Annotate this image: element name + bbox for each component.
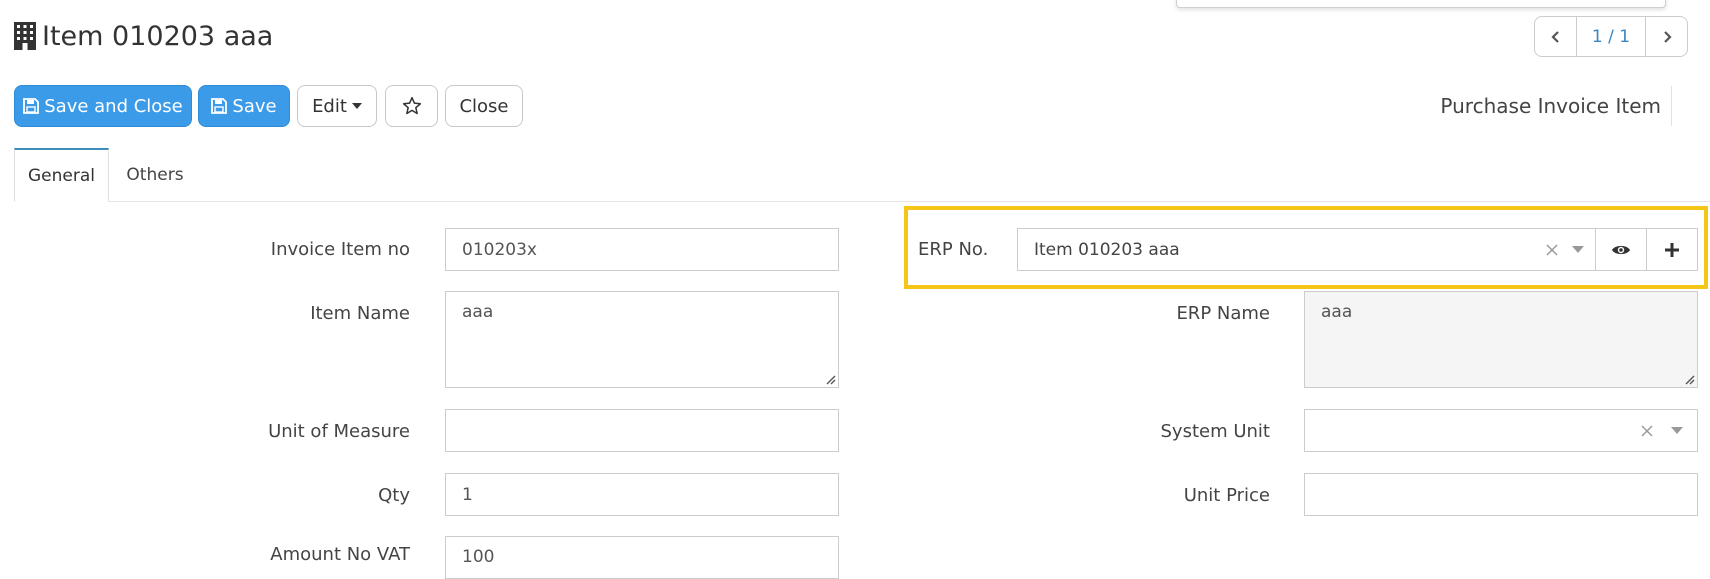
item-name-textarea[interactable]: aaa [445,291,839,388]
item-name-label: Item Name [310,302,410,324]
prev-record-button[interactable] [1535,17,1576,56]
add-erp-item-button[interactable] [1646,229,1697,270]
system-unit-select[interactable] [1304,409,1698,452]
floppy-disk-icon [211,98,228,114]
tab-general[interactable]: General [14,148,109,202]
resize-grip-icon[interactable] [824,373,836,385]
qty-field[interactable]: 1 [445,473,839,516]
unit-of-measure-field[interactable] [445,409,839,452]
save-and-close-button[interactable]: Save and Close [14,85,192,127]
dropdown-panel-edge [1176,0,1666,8]
eye-icon [1612,245,1630,254]
close-icon [1641,424,1653,437]
save-and-close-label: Save and Close [44,95,183,117]
record-pager: 1 / 1 [1534,16,1688,57]
item-name-value: aaa [462,302,494,322]
tab-others[interactable]: Others [110,148,200,202]
plus-icon [1665,242,1679,257]
clear-system-unit-button[interactable] [1641,410,1653,451]
favorite-button[interactable] [385,85,438,127]
erp-name-label: ERP Name [1176,302,1270,324]
page-title: Item 010203 aaa [14,16,273,56]
chevron-left-icon [1550,30,1559,43]
clear-erp-no-button[interactable] [1539,229,1565,270]
unit-of-measure-label: Unit of Measure [268,420,410,442]
star-icon [402,96,421,115]
view-erp-item-button[interactable] [1595,229,1646,270]
save-button[interactable]: Save [198,85,290,127]
amount-no-vat-label: Amount No VAT [270,543,410,565]
caret-down-icon [351,103,362,109]
erp-no-label: ERP No. [918,238,989,260]
floppy-disk-icon [23,98,40,114]
edit-label: Edit [312,95,347,117]
record-counter: 1 / 1 [1576,17,1646,56]
invoice-item-no-label: Invoice Item no [270,238,410,260]
invoice-item-no-field[interactable]: 010203x [445,228,839,271]
tabs-divider [14,201,1710,202]
edit-dropdown-button[interactable]: Edit [297,85,377,127]
erp-no-dropdown-toggle[interactable] [1565,229,1591,270]
close-label: Close [459,95,509,117]
page-title-text: Item 010203 aaa [42,20,274,52]
caret-down-icon [1572,246,1584,253]
erp-name-textarea: aaa [1304,291,1698,388]
save-label: Save [232,95,277,117]
form-type-label: Purchase Invoice Item [1440,86,1672,126]
qty-label: Qty [378,484,410,506]
close-button[interactable]: Close [445,85,523,127]
system-unit-dropdown-toggle[interactable] [1671,410,1683,451]
unit-price-field[interactable] [1304,473,1698,516]
erp-no-value: Item 010203 aaa [1034,239,1180,260]
chevron-right-icon [1663,30,1672,43]
unit-price-label: Unit Price [1183,484,1270,506]
system-unit-label: System Unit [1160,420,1271,442]
building-icon [14,22,36,50]
next-record-button[interactable] [1646,17,1687,56]
erp-name-value: aaa [1321,302,1353,322]
erp-no-select[interactable]: Item 010203 aaa [1017,228,1698,271]
close-icon [1546,243,1558,256]
caret-down-icon [1671,427,1683,434]
resize-grip-icon [1685,375,1695,385]
